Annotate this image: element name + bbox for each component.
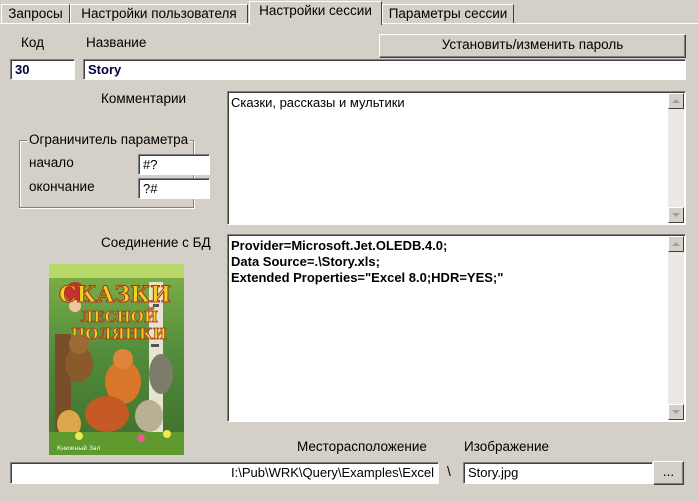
comments-label: Комментарии	[101, 91, 187, 106]
comments-text: Сказки, рассказы и мультики	[231, 95, 405, 110]
scroll-up-icon[interactable]	[668, 236, 684, 252]
connection-label: Соединение с БД	[101, 235, 211, 250]
limiter-end-label: окончание	[29, 179, 95, 194]
name-label: Название	[86, 35, 147, 50]
tab-session-parameters[interactable]: Параметры сессии	[382, 4, 514, 24]
scroll-up-icon[interactable]	[668, 93, 684, 109]
connection-text: Provider=Microsoft.Jet.OLEDB.4.0; Data S…	[231, 238, 504, 285]
location-label: Месторасположение	[297, 439, 427, 454]
scroll-down-icon[interactable]	[668, 207, 684, 223]
tab-bar: Запросы Настройки пользователя Настройки…	[0, 0, 698, 25]
comments-scrollbar[interactable]	[668, 93, 684, 223]
code-label: Код	[21, 35, 44, 50]
svg-text:СКАЗКИ: СКАЗКИ	[59, 282, 171, 308]
tab-user-settings[interactable]: Настройки пользователя	[70, 4, 248, 24]
path-separator: \	[447, 464, 451, 479]
limiter-title: Ограничитель параметра	[27, 132, 191, 147]
svg-text:Книжный Зал: Книжный Зал	[57, 445, 100, 452]
name-field[interactable]: Story	[83, 59, 686, 80]
browse-image-button[interactable]: ...	[653, 461, 684, 485]
svg-text:ЛЕСНОЙ: ЛЕСНОЙ	[80, 307, 158, 326]
set-password-button[interactable]: Установить/изменить пароль	[379, 34, 686, 58]
connection-memo[interactable]: Provider=Microsoft.Jet.OLEDB.4.0; Data S…	[227, 234, 686, 422]
limiter-start-label: начало	[29, 155, 74, 170]
scroll-down-icon[interactable]	[668, 404, 684, 420]
limiter-end-field[interactable]: ?#	[138, 178, 210, 199]
limiter-start-field[interactable]: #?	[138, 154, 210, 175]
tab-session-settings[interactable]: Настройки сессии	[249, 1, 382, 25]
tab-queries[interactable]: Запросы	[1, 4, 70, 24]
image-label: Изображение	[464, 439, 550, 454]
image-field[interactable]: Story.jpg	[463, 462, 653, 484]
location-field[interactable]: I:\Pub\WRK\Query\Examples\Excel	[10, 462, 439, 484]
connection-scrollbar[interactable]	[668, 236, 684, 420]
code-field[interactable]: 30	[10, 59, 75, 80]
session-image: СКАЗКИ ЛЕСНОЙ ПОЛЯНКИ Книжный Зал	[49, 264, 184, 455]
comments-memo[interactable]: Сказки, рассказы и мультики	[227, 91, 686, 225]
